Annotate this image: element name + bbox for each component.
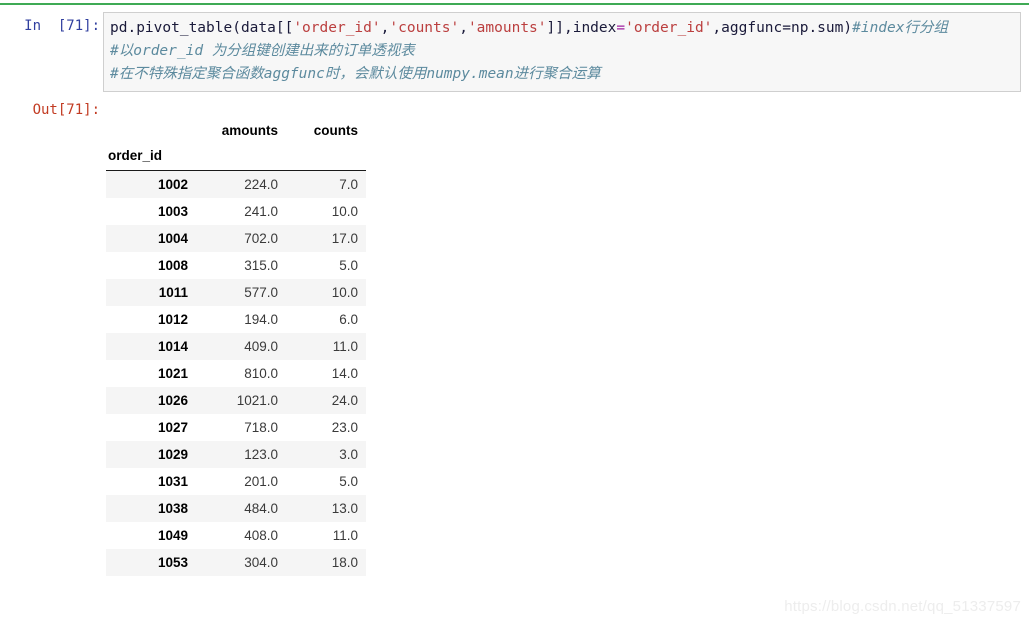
table-row-index: 1049: [157, 528, 188, 543]
table-row-index: 1026: [157, 393, 188, 408]
code-line-3-comment: #在不特殊指定聚合函数aggfunc时，会默认使用numpy.mean进行聚合运…: [110, 66, 601, 82]
table-cell-amounts: 224.0: [244, 177, 278, 192]
table-cell-counts: 7.0: [339, 177, 358, 192]
table-cell-amounts: 201.0: [244, 474, 278, 489]
dataframe-column-header-amounts: amounts: [221, 123, 278, 138]
table-row: 1049 408.0 11.0: [106, 522, 366, 549]
code-token-inline-comment: #index行分组: [852, 20, 948, 36]
table-row: 1038 484.0 13.0: [106, 495, 366, 522]
table-row: 1027 718.0 23.0: [106, 414, 366, 441]
table-row-index: 1002: [157, 177, 188, 192]
code-token-string-amounts: 'amounts': [467, 20, 547, 36]
table-cell-amounts: 123.0: [244, 447, 278, 462]
code-cell[interactable]: pd.pivot_table(data[['order_id','counts'…: [103, 12, 1021, 92]
dataframe-index-row-blank-2: [286, 142, 366, 171]
table-row: 1029 123.0 3.0: [106, 441, 366, 468]
dataframe-index-name-row: order_id: [106, 142, 366, 171]
top-divider: [0, 3, 1029, 5]
dataframe-index-name: order_id: [106, 142, 196, 171]
table-cell-counts: 23.0: [331, 420, 358, 435]
table-row-index: 1021: [157, 366, 188, 381]
table-row-index: 1038: [157, 501, 188, 516]
table-row: 1031 201.0 5.0: [106, 468, 366, 495]
table-cell-counts: 5.0: [339, 258, 358, 273]
table-row-index: 1008: [157, 258, 188, 273]
table-cell-counts: 11.0: [332, 339, 358, 354]
table-row-index: 1014: [157, 339, 188, 354]
table-cell-amounts: 409.0: [244, 339, 278, 354]
table-cell-counts: 14.0: [331, 366, 358, 381]
code-line-1: pd.pivot_table(data[['order_id','counts'…: [110, 17, 1014, 40]
code-token-comma-2: ,: [459, 20, 468, 36]
table-cell-counts: 6.0: [339, 312, 358, 327]
dataframe-output: amounts counts order_id 1002 224.0 7.0 1003…: [106, 118, 366, 576]
table-row-index: 1011: [158, 285, 188, 300]
table-row: 1053 304.0 18.0: [106, 549, 366, 576]
table-row: 1008 315.0 5.0: [106, 252, 366, 279]
table-row-index: 1029: [157, 447, 188, 462]
table-cell-counts: 17.0: [331, 231, 358, 246]
table-cell-counts: 3.0: [339, 447, 358, 462]
table-row: 1002 224.0 7.0: [106, 170, 366, 198]
watermark-text: https://blog.csdn.net/qq_51337597: [784, 598, 1021, 615]
table-row: 1021 810.0 14.0: [106, 360, 366, 387]
table-row: 1004 702.0 17.0: [106, 225, 366, 252]
dataframe-column-header-counts: counts: [313, 123, 358, 138]
table-row-index: 1003: [157, 204, 188, 219]
table-row-index: 1004: [157, 231, 188, 246]
table-row: 1014 409.0 11.0: [106, 333, 366, 360]
table-cell-counts: 18.0: [331, 555, 358, 570]
table-cell-amounts: 194.0: [244, 312, 278, 327]
code-line-2-comment: #以order_id 为分组键创建出来的订单透视表: [110, 43, 415, 59]
table-row: 1012 194.0 6.0: [106, 306, 366, 333]
code-token-string-index-value: 'order_id': [625, 20, 713, 36]
dataframe-column-header-row: amounts counts: [106, 118, 366, 142]
table-cell-counts: 13.0: [331, 501, 358, 516]
table-row-index: 1031: [157, 474, 188, 489]
table-cell-counts: 10.0: [331, 204, 358, 219]
dataframe-head: amounts counts order_id: [106, 118, 366, 171]
table-cell-amounts: 315.0: [244, 258, 278, 273]
table-cell-amounts: 577.0: [244, 285, 278, 300]
table-row-index: 1027: [157, 420, 188, 435]
dataframe-table: amounts counts order_id 1002 224.0 7.0 1003…: [106, 118, 366, 576]
table-row: 1011 577.0 10.0: [106, 279, 366, 306]
input-prompt-label: In [71]:: [24, 18, 100, 34]
table-cell-counts: 10.0: [331, 285, 358, 300]
dataframe-corner-cell: [106, 118, 196, 142]
table-cell-amounts: 702.0: [244, 231, 278, 246]
dataframe-index-row-blank-1: [196, 142, 286, 171]
code-token-string-order-id: 'order_id': [293, 20, 381, 36]
table-cell-counts: 5.0: [339, 474, 358, 489]
dataframe-body: 1002 224.0 7.0 1003 241.0 10.0 1004 702.0 17.0 10…: [106, 170, 366, 576]
table-cell-amounts: 408.0: [244, 528, 278, 543]
table-row: 1003 241.0 10.0: [106, 198, 366, 225]
code-token-call: pd.pivot_table(data[[: [110, 20, 294, 36]
table-cell-amounts: 484.0: [244, 501, 278, 516]
table-row-index: 1053: [157, 555, 188, 570]
table-cell-amounts: 304.0: [244, 555, 278, 570]
table-cell-counts: 11.0: [332, 528, 358, 543]
table-row: 1026 1021.0 24.0: [106, 387, 366, 414]
output-prompt-label: Out[71]:: [32, 102, 100, 118]
code-token-string-counts: 'counts': [389, 20, 460, 36]
code-token-index-kwarg: ]],index: [546, 20, 617, 36]
table-cell-amounts: 1021.0: [236, 393, 278, 408]
code-token-aggfunc: ,aggfunc=np.sum): [712, 20, 853, 36]
table-row-index: 1012: [157, 312, 188, 327]
code-token-equals: =: [616, 20, 626, 36]
table-cell-amounts: 718.0: [244, 420, 278, 435]
table-cell-amounts: 810.0: [244, 366, 278, 381]
table-cell-counts: 24.0: [331, 393, 358, 408]
table-cell-amounts: 241.0: [244, 204, 278, 219]
